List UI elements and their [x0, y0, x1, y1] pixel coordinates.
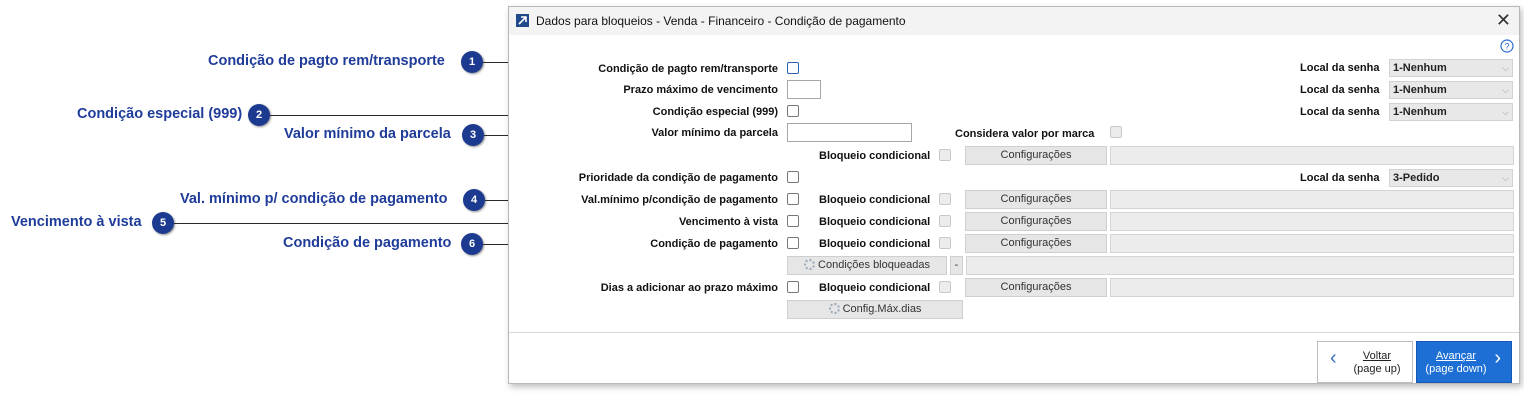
callout-cond-especial: Condição especial (999) [77, 106, 243, 122]
checkbox-bloqueio-condicional-1[interactable] [939, 149, 951, 161]
checkbox-prioridade[interactable] [787, 171, 799, 183]
footer-divider [509, 332, 1519, 333]
condicoes-bloqueadas-label: Condições bloqueadas [818, 259, 930, 271]
dialog-window: Dados para bloqueios - Venda - Financeir… [508, 6, 1520, 384]
gear-icon [828, 303, 840, 314]
label-cond-pagamento: Condição de pagamento [650, 238, 778, 250]
condicoes-bloqueadas-button[interactable]: Condições bloqueadas [787, 256, 947, 275]
app-icon [516, 14, 529, 27]
callout-val-minimo-cond: Val. mínimo p/ condição de pagamento [180, 191, 448, 207]
avancar-button[interactable]: Avançar (page down) › [1416, 341, 1512, 383]
checkbox-bloqueio-condicional-4[interactable] [939, 237, 951, 249]
callout-cond-rem-transporte: Condição de pagto rem/transporte [208, 53, 445, 69]
checkbox-bloqueio-condicional-3[interactable] [939, 215, 951, 227]
chevron-down-icon: ⌵ [1502, 173, 1509, 183]
valor-minimo-parcela-input[interactable] [787, 123, 912, 142]
checkbox-cond-especial[interactable] [787, 105, 799, 117]
label-bloqueio-condicional-5: Bloqueio condicional [819, 282, 931, 294]
callout-vencimento-vista: Vencimento à vista [11, 214, 142, 230]
label-vencimento-vista: Vencimento à vista [678, 216, 778, 228]
window-title: Dados para bloqueios - Venda - Financeir… [536, 14, 906, 28]
configuracoes-button-3[interactable]: Configurações [965, 212, 1107, 231]
config-field-1 [1110, 146, 1514, 165]
label-local-senha-4: Local da senha [1300, 172, 1380, 184]
checkbox-cond-rem-transporte[interactable] [787, 62, 799, 74]
label-considera-valor-marca: Considera valor por marca [955, 128, 1095, 140]
condicoes-bloqueadas-field [966, 256, 1514, 275]
select-value: 1-Nenhum [1393, 62, 1447, 74]
checkbox-dias-adicionar[interactable] [787, 281, 799, 293]
select-local-senha-1[interactable]: 1-Nenhum ⌵ [1389, 59, 1513, 77]
callout-badge-4: 4 [463, 189, 485, 211]
label-cond-rem-transporte: Condição de pagto rem/transporte [598, 63, 778, 75]
label-bloqueio-condicional-3: Bloqueio condicional [819, 216, 931, 228]
callout-badge-1: 1 [461, 51, 483, 73]
label-bloqueio-condicional-2: Bloqueio condicional [819, 194, 931, 206]
voltar-sub: (page up) [1353, 363, 1401, 375]
config-max-dias-label: Config.Máx.dias [842, 303, 922, 315]
select-value: 3-Pedido [1393, 172, 1440, 184]
dash-button[interactable]: - [950, 256, 963, 275]
label-prazo-maximo: Prazo máximo de vencimento [623, 84, 778, 96]
label-val-minimo-cond: Val.mínimo p/condição de pagamento [581, 194, 778, 206]
avancar-sub: (page down) [1425, 363, 1487, 375]
chevron-down-icon: ⌵ [1502, 107, 1509, 117]
callout-cond-pagamento: Condição de pagamento [283, 235, 452, 251]
label-local-senha-3: Local da senha [1300, 106, 1380, 118]
checkbox-considera-valor-marca[interactable] [1110, 126, 1122, 138]
select-local-senha-2[interactable]: 1-Nenhum ⌵ [1389, 81, 1513, 99]
help-icon[interactable]: ? [1500, 39, 1514, 53]
voltar-button[interactable]: ‹ Voltar (page up) [1317, 341, 1413, 383]
checkbox-cond-pagamento[interactable] [787, 237, 799, 249]
config-field-3 [1110, 212, 1514, 231]
configuracoes-button-1[interactable]: Configurações [965, 146, 1107, 165]
select-local-senha-3[interactable]: 1-Nenhum ⌵ [1389, 103, 1513, 121]
configuracoes-button-4[interactable]: Configurações [965, 234, 1107, 253]
label-valor-minimo-parcela: Valor mínimo da parcela [651, 127, 778, 139]
select-value: 1-Nenhum [1393, 84, 1447, 96]
label-local-senha-1: Local da senha [1300, 62, 1380, 74]
chevron-right-icon: › [1494, 347, 1501, 369]
chevron-down-icon: ⌵ [1502, 63, 1509, 73]
config-field-5 [1110, 278, 1514, 297]
callout-badge-3: 3 [462, 124, 484, 146]
callout-badge-6: 6 [461, 233, 483, 255]
checkbox-bloqueio-condicional-2[interactable] [939, 193, 951, 205]
callout-valor-minimo-parcela: Valor mínimo da parcela [284, 126, 451, 142]
checkbox-val-minimo-cond[interactable] [787, 193, 799, 205]
label-local-senha-2: Local da senha [1300, 84, 1380, 96]
callout-badge-5: 5 [152, 212, 174, 234]
config-field-2 [1110, 190, 1514, 209]
voltar-label: Voltar [1362, 350, 1392, 362]
configuracoes-button-2[interactable]: Configurações [965, 190, 1107, 209]
gear-icon [804, 259, 816, 270]
select-local-senha-4[interactable]: 3-Pedido ⌵ [1389, 169, 1513, 187]
label-prioridade: Prioridade da condição de pagamento [578, 172, 778, 184]
avancar-label: Avançar [1435, 350, 1477, 362]
checkbox-vencimento-vista[interactable] [787, 215, 799, 227]
svg-text:?: ? [1504, 42, 1509, 52]
configuracoes-button-5[interactable]: Configurações [965, 278, 1107, 297]
label-dias-adicionar: Dias a adicionar ao prazo máximo [600, 282, 778, 294]
select-value: 1-Nenhum [1393, 106, 1447, 118]
label-cond-especial: Condição especial (999) [652, 106, 778, 118]
title-bar: Dados para bloqueios - Venda - Financeir… [509, 7, 1519, 35]
callout-badge-2: 2 [248, 104, 270, 126]
prazo-maximo-input[interactable] [787, 80, 821, 99]
close-icon[interactable]: ✕ [1496, 10, 1511, 30]
label-bloqueio-condicional-1: Bloqueio condicional [819, 150, 931, 162]
checkbox-bloqueio-condicional-5[interactable] [939, 281, 951, 293]
label-bloqueio-condicional-4: Bloqueio condicional [819, 238, 931, 250]
config-max-dias-button[interactable]: Config.Máx.dias [787, 300, 963, 319]
chevron-down-icon: ⌵ [1502, 85, 1509, 95]
config-field-4 [1110, 234, 1514, 253]
